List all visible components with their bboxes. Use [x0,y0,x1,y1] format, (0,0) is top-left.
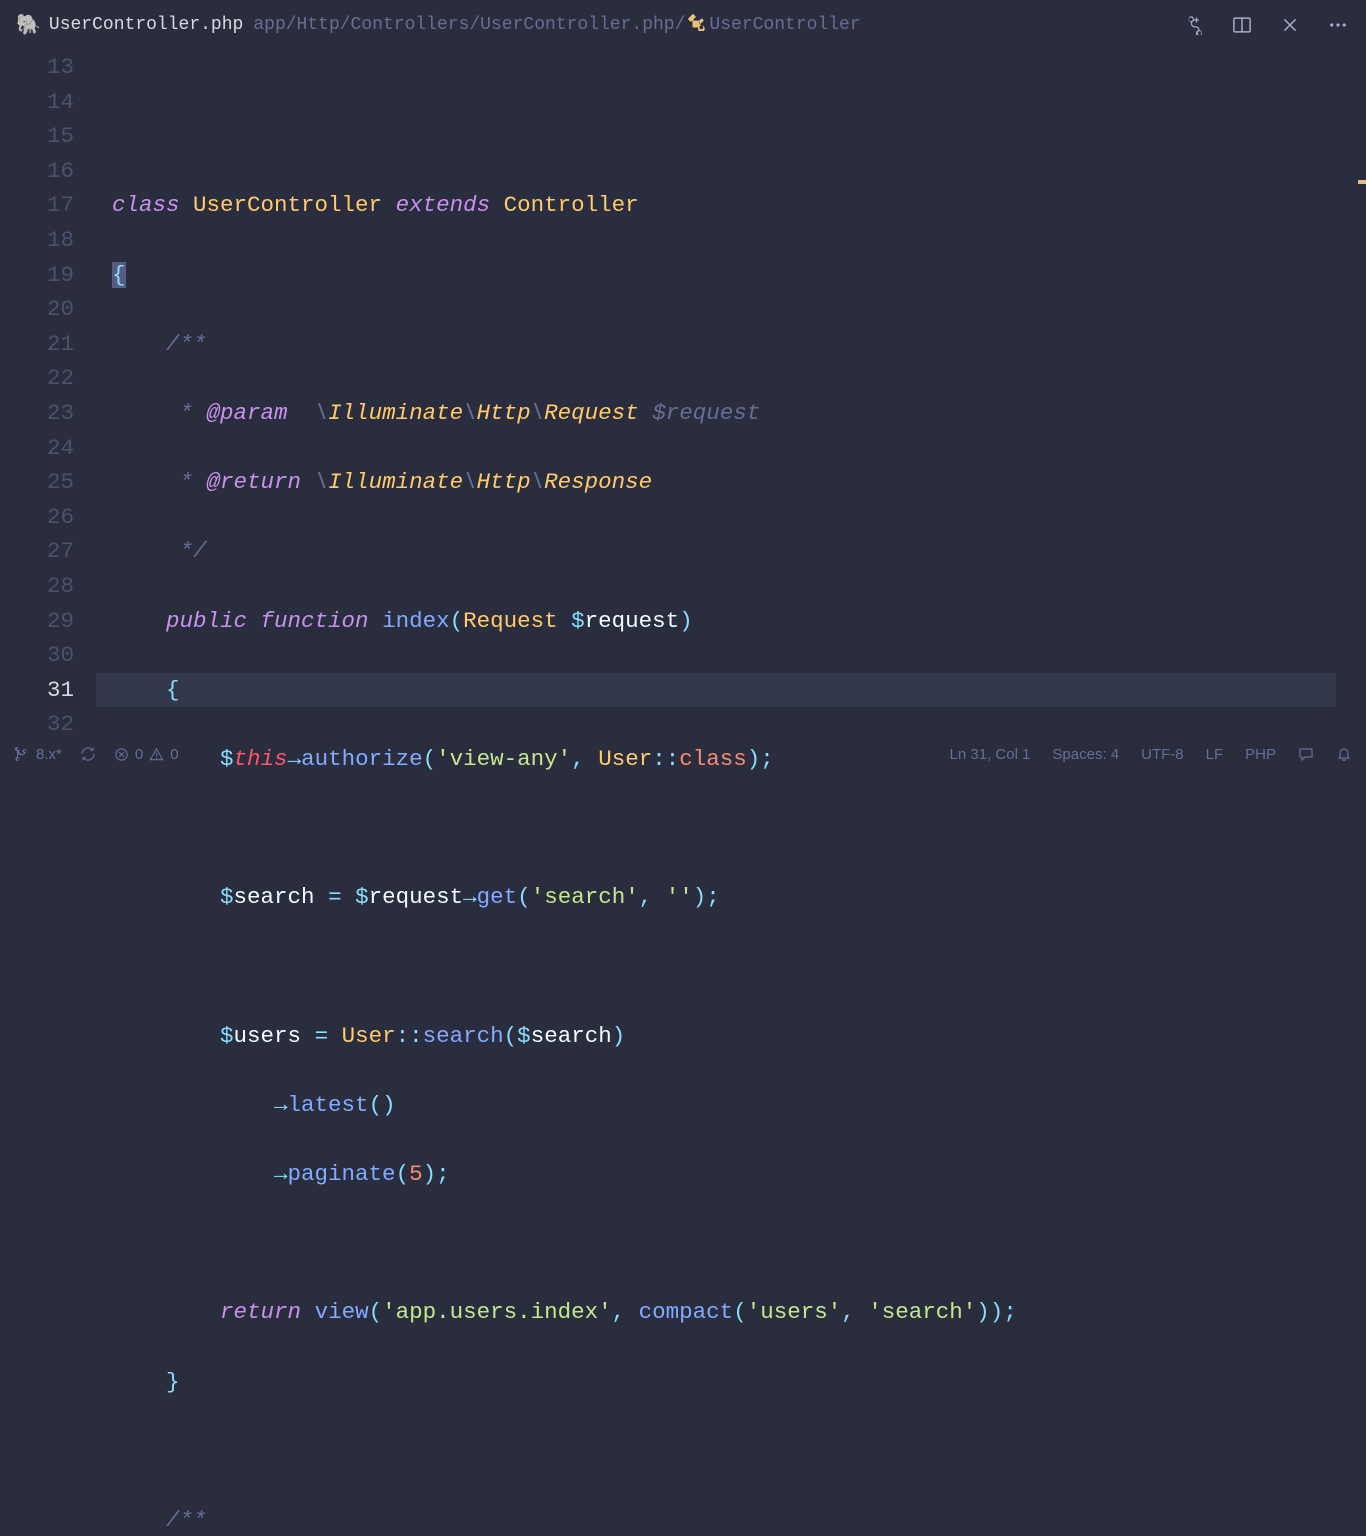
overview-mark [1358,180,1366,184]
code-area[interactable]: class UserController extends Controller … [96,50,1352,740]
line-gutter: 1314151617181920212223242526272829303132 [0,50,96,740]
sync-button[interactable] [80,746,96,762]
sync-icon [80,746,96,762]
tab-bar: 🐘 UserController.php app/Http/Controller… [0,0,1366,50]
php-file-icon: 🐘 [16,12,41,38]
more-actions-icon[interactable] [1326,13,1350,37]
git-branch[interactable]: 8.x* [14,746,62,763]
split-editor-icon[interactable] [1230,13,1254,37]
class-icon [687,13,705,37]
branch-icon [14,746,30,762]
active-tab[interactable]: 🐘 UserController.php [16,12,243,38]
overview-ruler[interactable] [1352,50,1366,740]
compare-changes-icon[interactable] [1182,13,1206,37]
breadcrumb[interactable]: app/Http/Controllers/UserController.php/… [253,13,860,37]
breadcrumb-class: UserController [687,13,860,37]
breadcrumb-path: app/Http/Controllers/UserController.php/ [253,15,685,35]
tab-filename: UserController.php [49,15,243,35]
close-icon[interactable] [1278,13,1302,37]
editor[interactable]: 1314151617181920212223242526272829303132… [0,50,1366,740]
